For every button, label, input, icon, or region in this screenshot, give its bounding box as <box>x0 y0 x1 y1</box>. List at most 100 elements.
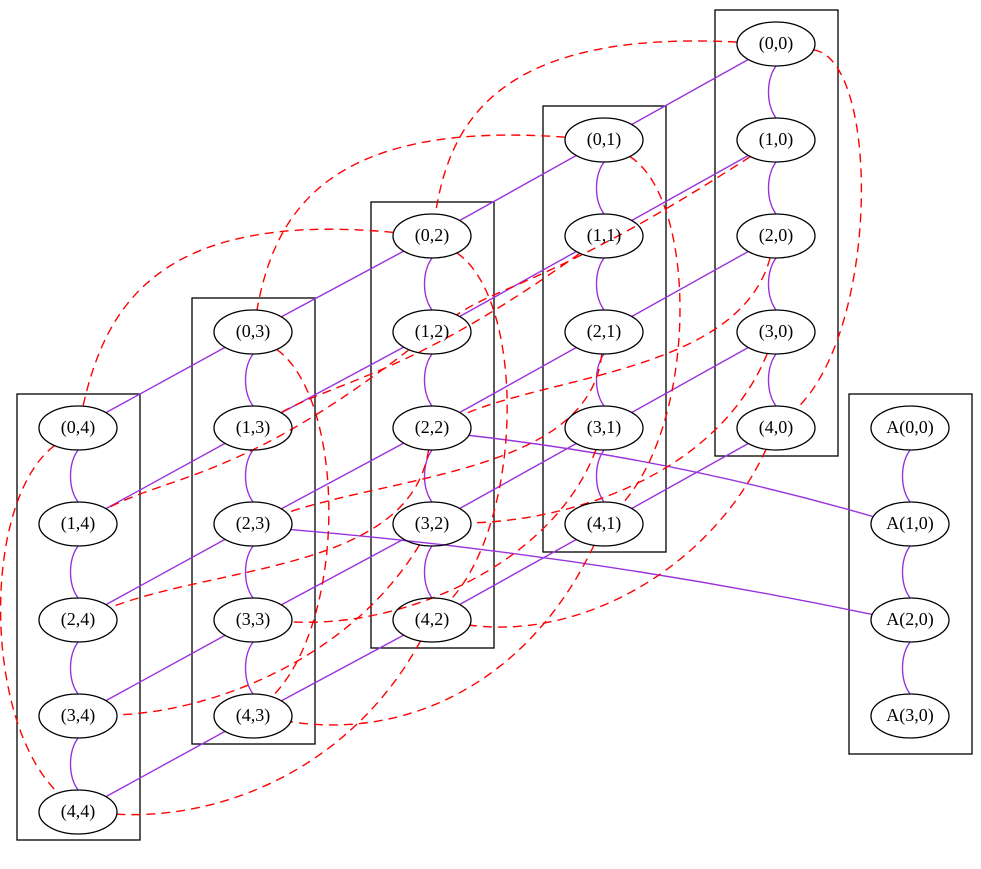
edge-diagonal <box>106 539 225 604</box>
node-label: (0,2) <box>415 225 450 246</box>
edge-vertical <box>425 258 433 310</box>
graph-node: (3,0) <box>737 310 815 354</box>
node-label: (1,4) <box>61 513 96 534</box>
node-label: A(2,0) <box>886 609 934 630</box>
node-label: (0,3) <box>236 321 271 342</box>
graph-node: (1,1) <box>565 214 643 258</box>
edge-vertical <box>246 450 254 502</box>
edge-diagonal <box>281 635 403 701</box>
node-label: (0,1) <box>587 129 622 150</box>
edge-vertical <box>71 738 79 790</box>
graph-node: (3,2) <box>393 502 471 546</box>
edge-vertical <box>769 258 777 310</box>
edge-dashed <box>292 450 596 623</box>
node-label: (1,2) <box>415 321 450 342</box>
edge-diagonal <box>106 347 225 412</box>
node-label: (4,0) <box>759 417 794 438</box>
edge-diagonal <box>281 443 403 509</box>
edge-diagonal <box>106 731 225 796</box>
edge-diagonal <box>106 635 225 700</box>
node-label: (2,4) <box>61 609 96 630</box>
edge-dashed <box>470 449 766 627</box>
edge-vertical <box>597 450 605 502</box>
edge-dashed <box>272 349 329 696</box>
edge-vertical <box>903 642 911 694</box>
node-label: (3,4) <box>61 705 96 726</box>
node-label: (1,0) <box>759 129 794 150</box>
graph-node: (4,0) <box>737 406 815 450</box>
graph-node: (3,3) <box>214 598 292 642</box>
edge-dashed <box>622 156 680 504</box>
edge-diagonal <box>632 251 749 316</box>
node-label: (0,4) <box>61 417 96 438</box>
graph-node: (2,4) <box>39 598 117 642</box>
graph-node: (0,4) <box>39 406 117 450</box>
node-label: A(3,0) <box>886 705 934 726</box>
edge-diagonal <box>460 347 577 412</box>
edge-dashed <box>1 446 59 793</box>
edge-diagonal <box>632 155 749 220</box>
edge-dashed <box>83 229 394 406</box>
node-label: A(0,0) <box>886 417 934 438</box>
node-label: (3,1) <box>587 417 622 438</box>
graph-node: A(1,0) <box>871 502 949 546</box>
edge-vertical <box>597 162 605 214</box>
graph-node: (4,2) <box>393 598 471 642</box>
node-label: A(1,0) <box>886 513 934 534</box>
graph-node: (1,4) <box>39 502 117 546</box>
edge-diagonal <box>460 251 577 316</box>
edge-diagonal <box>281 539 403 605</box>
edge-diagonal <box>460 443 577 508</box>
graph-node: (4,4) <box>39 790 117 834</box>
edge-diagonal <box>460 155 577 220</box>
node-label: (2,0) <box>759 225 794 246</box>
node-label: (2,1) <box>587 321 622 342</box>
graph-node: (4,3) <box>214 694 292 738</box>
node-label: (0,0) <box>759 33 794 54</box>
edge-vertical <box>71 546 79 598</box>
edge-dashed <box>450 253 507 601</box>
graph-node: A(3,0) <box>871 694 949 738</box>
cluster-layer <box>17 10 972 840</box>
edge-cross <box>469 435 874 516</box>
node-label: (3,0) <box>759 321 794 342</box>
graph-node: (0,2) <box>393 214 471 258</box>
edge-dashed <box>117 641 421 815</box>
edge-diagonal <box>632 347 749 412</box>
edge-vertical <box>903 546 911 598</box>
node-label: (4,1) <box>587 513 622 534</box>
graph-node: (3,4) <box>39 694 117 738</box>
edge-diagonal <box>632 443 749 508</box>
graph-node: (2,2) <box>393 406 471 450</box>
graph-node: (0,3) <box>214 310 292 354</box>
edge-vertical <box>425 354 433 406</box>
edge-vertical <box>425 450 433 502</box>
node-label: (4,4) <box>61 801 96 822</box>
node-label: (4,3) <box>236 705 271 726</box>
edge-diagonal <box>106 443 225 508</box>
edge-dashed <box>435 41 737 214</box>
graph-node: (2,1) <box>565 310 643 354</box>
node-label: (4,2) <box>415 609 450 630</box>
edge-vertical <box>769 354 777 406</box>
node-label: (1,3) <box>236 417 271 438</box>
edge-diagonal <box>632 59 749 124</box>
edge-vertical <box>903 450 911 502</box>
edge-diagonal <box>281 251 403 317</box>
graph-node: (2,0) <box>737 214 815 258</box>
graph-node: (0,0) <box>737 22 815 66</box>
edge-dashed <box>117 545 419 715</box>
graph-node: (3,1) <box>565 406 643 450</box>
node-label: (3,2) <box>415 513 450 534</box>
graph-node: A(2,0) <box>871 598 949 642</box>
edge-vertical <box>71 642 79 694</box>
edge-vertical <box>769 162 777 214</box>
edge-vertical <box>425 546 433 598</box>
graph-node: (4,1) <box>565 502 643 546</box>
edge-dashed <box>471 353 767 523</box>
graph-node: (2,3) <box>214 502 292 546</box>
edge-vertical <box>597 258 605 310</box>
graph-node: (1,0) <box>737 118 815 162</box>
edge-dashed <box>796 50 861 409</box>
graph-node: (1,2) <box>393 310 471 354</box>
